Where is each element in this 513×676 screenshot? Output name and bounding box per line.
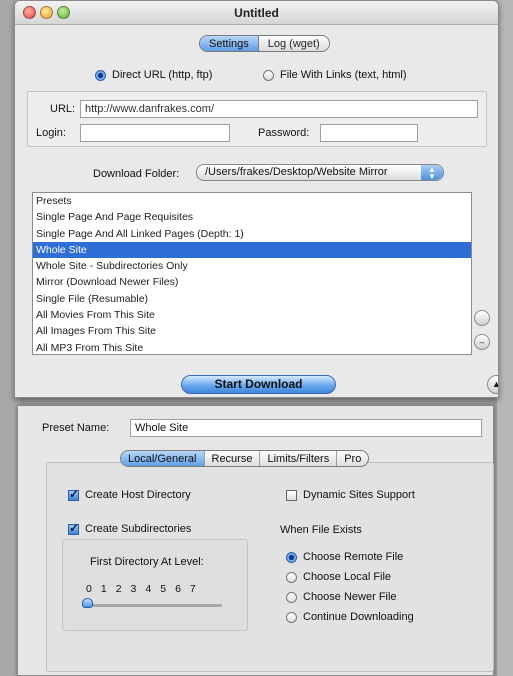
direct-url-option[interactable]: Direct URL (http, ftp) [95, 69, 212, 81]
choose-remote-label: Choose Remote File [303, 551, 404, 563]
presets-list[interactable]: Presets Single Page And Page Requisites … [32, 192, 472, 355]
list-item[interactable]: Single Page And Page Requisites [33, 209, 471, 225]
create-host-directory-checkbox[interactable] [68, 487, 79, 501]
drawer-tabs: Local/General Recurse Limits/Filters Pro [120, 450, 370, 467]
file-links-label: File With Links (text, html) [280, 69, 407, 81]
file-links-radio[interactable] [263, 69, 274, 81]
tab-pro[interactable]: Pro [337, 451, 368, 466]
page-background-right [497, 0, 513, 676]
level-tick: 7 [189, 583, 196, 595]
login-label: Login: [36, 127, 66, 139]
list-item[interactable]: All Movies From This Site [33, 307, 471, 323]
dynamic-sites-option[interactable]: Dynamic Sites Support [286, 489, 415, 501]
list-item[interactable]: All Images From This Site [33, 323, 471, 339]
direct-url-label: Direct URL (http, ftp) [112, 69, 213, 81]
level-tick: 4 [145, 583, 152, 595]
window-title: Untitled [234, 6, 279, 20]
choose-newer-label: Choose Newer File [303, 591, 397, 603]
continue-downloading-radio[interactable] [286, 611, 297, 623]
preset-settings-drawer: Preset Name: Whole Site Local/General Re… [17, 405, 494, 676]
choose-local-label: Choose Local File [303, 571, 392, 583]
connection-panel: URL: http://www.danfrakes.com/ Login: Pa… [27, 91, 487, 147]
tab-settings[interactable]: Settings [200, 36, 259, 51]
level-tick: 5 [160, 583, 167, 595]
choose-local-radio[interactable] [286, 571, 297, 583]
list-item-selected[interactable]: Whole Site [33, 241, 471, 259]
choose-newer-radio[interactable] [286, 591, 297, 603]
url-field[interactable]: http://www.danfrakes.com/ [80, 100, 478, 118]
password-field[interactable] [320, 124, 418, 142]
level-tick: 1 [100, 583, 107, 595]
create-subdirectories-label: Create Subdirectories [85, 523, 192, 535]
tab-limits-filters[interactable]: Limits/Filters [260, 451, 338, 466]
level-tick: 0 [86, 583, 92, 595]
create-host-directory-option[interactable]: Create Host Directory [68, 487, 191, 501]
download-folder-label: Download Folder: [93, 168, 180, 180]
choose-newer-option[interactable]: Choose Newer File [286, 591, 397, 603]
list-item[interactable]: Presets [33, 193, 471, 209]
popup-arrows-icon: ▲ ▼ [421, 165, 443, 181]
choose-local-option[interactable]: Choose Local File [286, 571, 391, 583]
choose-remote-radio[interactable] [286, 551, 297, 563]
level-slider-knob[interactable] [82, 598, 93, 608]
tab-recurse[interactable]: Recurse [205, 451, 261, 466]
tab-local-general[interactable]: Local/General [121, 451, 205, 466]
create-subdirectories-checkbox[interactable] [68, 521, 79, 535]
disclosure-button[interactable]: ▲ [487, 375, 498, 394]
view-tabs: Settings Log (wget) [199, 35, 330, 52]
list-item[interactable]: Mirror (Download Newer Files) [33, 274, 471, 290]
choose-remote-option[interactable]: Choose Remote File [286, 551, 403, 563]
level-tick: 2 [115, 583, 122, 595]
continue-downloading-option[interactable]: Continue Downloading [286, 611, 414, 623]
start-download-button[interactable]: Start Download [181, 375, 336, 394]
preset-name-label: Preset Name: [42, 422, 110, 434]
dynamic-sites-checkbox[interactable] [286, 489, 297, 501]
remove-preset-button[interactable]: – [474, 334, 490, 350]
direct-url-radio[interactable] [95, 69, 106, 81]
level-ticks: 0 1 2 3 4 5 6 7 [86, 583, 196, 595]
list-item[interactable]: Single File (Resumable) [33, 291, 471, 307]
when-file-exists-label: When File Exists [280, 524, 362, 536]
login-field[interactable] [80, 124, 230, 142]
add-preset-button[interactable] [474, 310, 490, 326]
dynamic-sites-label: Dynamic Sites Support [303, 489, 415, 501]
preset-name-field[interactable]: Whole Site [130, 419, 482, 437]
create-host-directory-label: Create Host Directory [85, 489, 191, 501]
url-label: URL: [50, 103, 76, 115]
tab-log[interactable]: Log (wget) [258, 36, 329, 51]
file-links-option[interactable]: File With Links (text, html) [263, 69, 407, 81]
list-item[interactable]: Whole Site - Subdirectories Only [33, 258, 471, 274]
download-folder-value: /Users/frakes/Desktop/Website Mirror [205, 166, 388, 178]
list-item[interactable]: All MP3 From This Site [33, 340, 471, 356]
title-bar: Untitled [15, 1, 498, 25]
level-tick: 3 [130, 583, 137, 595]
continue-downloading-label: Continue Downloading [303, 611, 414, 623]
level-slider-track[interactable] [86, 604, 222, 607]
first-directory-label: First Directory At Level: [90, 556, 204, 568]
create-subdirectories-option[interactable]: Create Subdirectories [68, 521, 192, 535]
list-item[interactable]: Single Page And All Linked Pages (Depth:… [33, 226, 471, 242]
level-tick: 6 [175, 583, 181, 595]
download-folder-popup[interactable]: /Users/frakes/Desktop/Website Mirror ▲ ▼ [196, 164, 444, 181]
password-label: Password: [258, 127, 310, 139]
main-window: Untitled Settings Log (wget) Direct URL … [14, 0, 499, 398]
